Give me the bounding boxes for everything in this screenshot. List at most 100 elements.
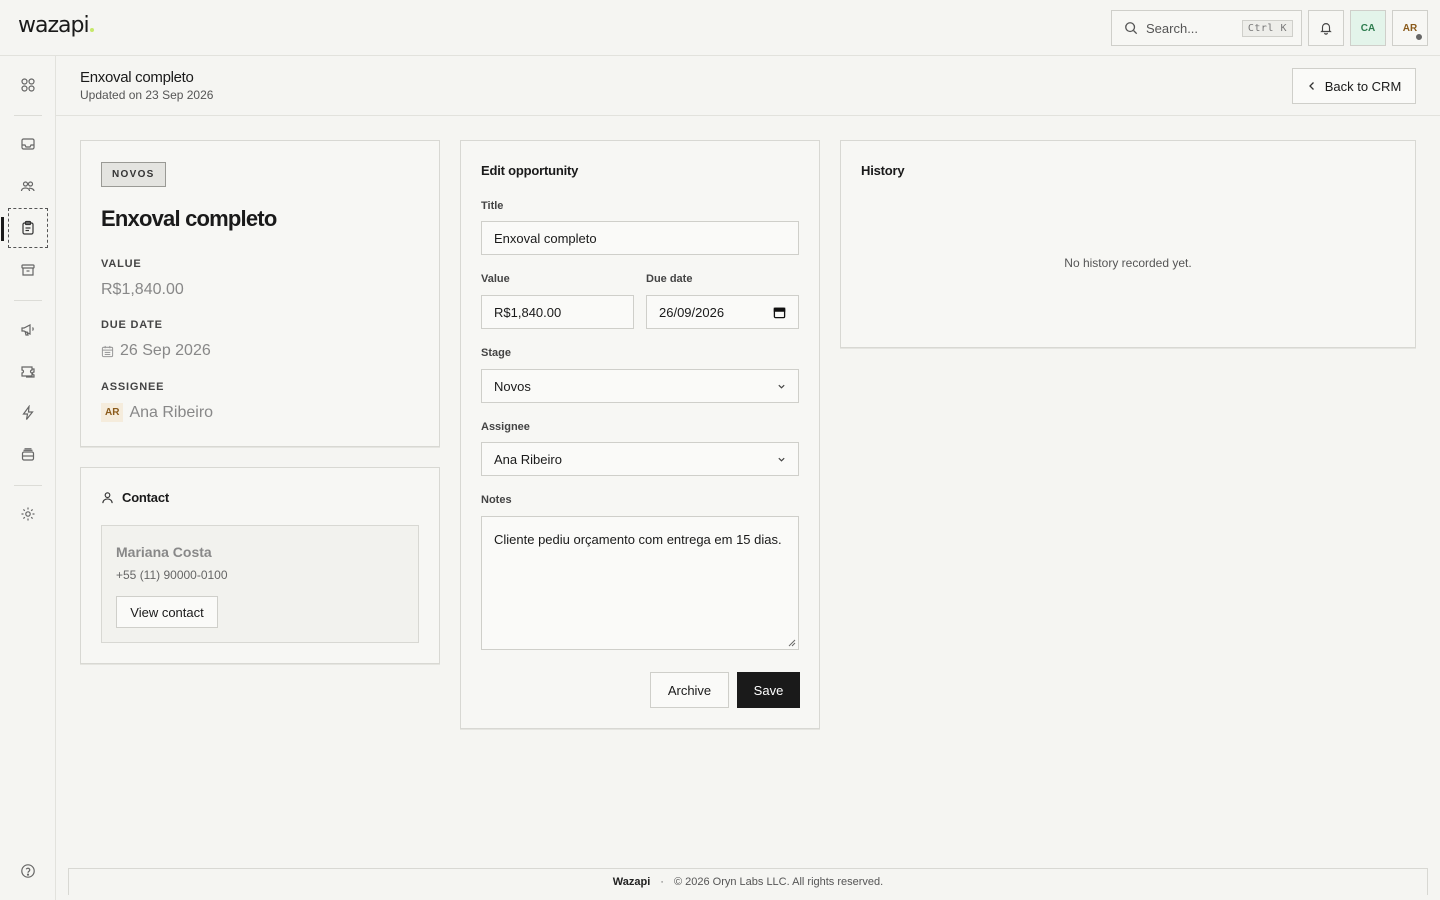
assignee-value: AR Ana Ribeiro (101, 403, 213, 422)
search-shortcut: Ctrl K (1241, 19, 1293, 37)
archive-button[interactable]: Archive (650, 672, 729, 708)
chevron-down-icon (778, 457, 785, 462)
nav-help[interactable] (8, 851, 48, 891)
title-input-value: Enxoval completo (494, 230, 597, 246)
users-icon (20, 181, 35, 192)
save-button[interactable]: Save (737, 672, 800, 708)
due-date-value: 26 Sep 2026 (101, 342, 211, 360)
value-input-value: R$1,840.00 (494, 304, 562, 320)
back-to-crm-label: Back to CRM (1324, 78, 1402, 94)
nav-contacts[interactable] (8, 166, 48, 206)
notes-textarea-value: Cliente pediu orçamento com entrega em 1… (494, 532, 782, 547)
footer: Wazapi · © 2026 Oryn Labs LLC. All right… (68, 868, 1428, 895)
due-date-label: DUE DATE (101, 319, 163, 331)
value-label: VALUE (101, 258, 142, 270)
chevron-left-icon (1308, 82, 1314, 90)
calendar-picker-icon[interactable] (773, 306, 786, 319)
grid-icon (21, 78, 35, 92)
due-date-text: 26 Sep 2026 (120, 342, 211, 359)
notes-textarea[interactable]: Cliente pediu orçamento com entrega em 1… (481, 516, 799, 650)
megaphone-icon (21, 324, 34, 336)
notes-field-label: Notes (481, 494, 512, 506)
contact-box: Mariana Costa +55 (11) 90000-0100 View c… (101, 525, 419, 643)
nav-crm[interactable] (1, 208, 48, 248)
footer-copyright: © 2026 Oryn Labs LLC. All rights reserve… (673, 876, 884, 888)
resize-grip-icon[interactable] (788, 639, 796, 647)
assignee-select-value: Ana Ribeiro (494, 451, 562, 467)
page-updated-date: Updated on 23 Sep 2026 (80, 88, 214, 102)
org-avatar-button[interactable]: CA (1350, 10, 1386, 46)
nav-separator (14, 485, 42, 486)
tickets-icon (21, 366, 35, 378)
archive-icon (21, 264, 35, 276)
edit-opportunity-card: Edit opportunity Title Enxoval completo … (460, 140, 820, 729)
assignee-field-label: Assignee (481, 421, 530, 433)
contact-phone: +55 (11) 90000-0100 (116, 568, 228, 582)
nav-dashboard[interactable] (8, 65, 48, 105)
search-box[interactable]: Search... Ctrl K (1111, 10, 1302, 46)
opportunity-title: Enxoval completo (101, 206, 277, 231)
nav-campaigns[interactable] (8, 309, 48, 349)
nav-tickets[interactable] (8, 351, 48, 391)
assignee-avatar: AR (101, 403, 124, 422)
user-status-dot (1415, 33, 1423, 41)
value-amount: R$1,840.00 (101, 281, 184, 299)
assignee-select[interactable]: Ana Ribeiro (481, 442, 799, 476)
contact-name: Mariana Costa (116, 544, 212, 560)
user-avatar: AR (1402, 22, 1418, 34)
due-date-input-value: 26/09/2026 (659, 304, 725, 320)
top-bar: wazapi Search... Ctrl K CA AR (0, 0, 1440, 56)
nav-automations[interactable] (8, 393, 48, 433)
nav-inbox[interactable] (8, 124, 48, 164)
value-input[interactable]: R$1,840.00 (481, 295, 634, 329)
contact-card: Contact Mariana Costa +55 (11) 90000-010… (80, 467, 440, 664)
history-card: History No history recorded yet. (840, 140, 1416, 348)
bell-icon (1320, 23, 1332, 35)
due-date-field-label: Due date (646, 273, 693, 285)
value-amount-text: R$1,840.00 (101, 281, 184, 298)
nav-separator (14, 115, 42, 116)
title-input[interactable]: Enxoval completo (481, 221, 799, 255)
stage-badge: NOVOS (101, 162, 166, 187)
logo-text: wazapi (18, 13, 90, 38)
nav-integrations[interactable] (8, 435, 48, 475)
sidebar (0, 56, 56, 900)
clipboard-icon (22, 220, 34, 235)
stage-field-label: Stage (481, 347, 511, 359)
help-icon (21, 864, 35, 878)
stage-select[interactable]: Novos (481, 369, 799, 403)
user-avatar-button[interactable]: AR (1392, 10, 1428, 46)
nav-settings[interactable] (8, 494, 48, 534)
back-to-crm-button[interactable]: Back to CRM (1292, 68, 1416, 104)
calendar-icon (101, 345, 114, 357)
inbox-icon (21, 138, 35, 150)
stage-select-value: Novos (494, 378, 531, 394)
footer-separator: · (660, 876, 664, 888)
user-icon (102, 492, 113, 504)
app-logo[interactable]: wazapi (18, 13, 94, 38)
org-avatar: CA (1360, 22, 1376, 34)
chevron-down-icon (778, 384, 785, 389)
contact-section-label: Contact (122, 490, 169, 505)
search-placeholder: Search... (1146, 20, 1199, 36)
due-date-input[interactable]: 26/09/2026 (646, 295, 799, 329)
edit-section-title: Edit opportunity (481, 163, 579, 178)
page-title: Enxoval completo (80, 69, 194, 86)
value-field-label: Value (481, 273, 510, 285)
view-contact-button[interactable]: View contact (116, 596, 218, 628)
opportunity-summary-card: NOVOS Enxoval completo VALUE R$1,840.00 … (80, 140, 440, 447)
title-label: Title (481, 200, 504, 212)
notifications-button[interactable] (1308, 10, 1344, 46)
stack-icon (21, 448, 35, 461)
assignee-label: ASSIGNEE (101, 381, 165, 393)
footer-brand: Wazapi (612, 876, 651, 888)
page-header: Enxoval completo Updated on 23 Sep 2026 … (56, 56, 1440, 116)
assignee-name: Ana Ribeiro (129, 403, 214, 421)
nav-separator (14, 300, 42, 301)
bolt-icon (22, 405, 34, 420)
nav-archive[interactable] (8, 250, 48, 290)
history-empty-state: No history recorded yet. (1064, 256, 1192, 270)
search-icon (1125, 22, 1138, 35)
history-section-title: History (861, 163, 905, 178)
gear-icon (21, 507, 35, 521)
